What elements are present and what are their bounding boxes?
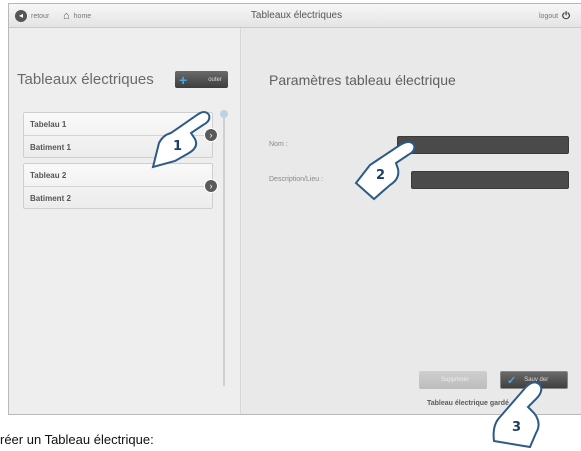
app-window: ◂ retour ⌂ home Tableaux électriques log… (8, 3, 581, 415)
hand-pointer-icon: 1 (151, 111, 211, 169)
caption-text: réer un Tableau électrique: (0, 432, 154, 447)
app-title: Tableaux électriques (250, 10, 343, 21)
power-icon: ⏻ (562, 10, 570, 22)
callout-2: 2 (376, 168, 385, 183)
hand-pointer-icon: 3 (492, 381, 543, 449)
logout-button[interactable]: logout ⏻ (539, 9, 570, 23)
list-title: Tableaux électriques (17, 71, 154, 88)
plus-icon: + (179, 71, 188, 88)
top-bar: ◂ retour ⌂ home Tableaux électriques log… (9, 4, 581, 28)
description-label: Description/Lieu : (269, 176, 324, 183)
delete-label: Supprimer (441, 377, 469, 383)
item-location: Batiment 2 (30, 194, 71, 203)
hand-pointer-icon: 2 (354, 141, 416, 201)
delete-button[interactable]: Supprimer (419, 371, 487, 389)
add-button[interactable]: + outer (175, 71, 228, 88)
add-label: outer (208, 76, 222, 83)
logout-label: logout (539, 12, 559, 20)
callout-3: 3 (512, 420, 521, 435)
name-label: Nom : (269, 141, 288, 148)
chevron-right-icon[interactable]: › (204, 179, 218, 193)
form-title: Paramètres tableau électrique (269, 72, 456, 88)
callout-1: 1 (173, 139, 182, 154)
description-field[interactable] (411, 171, 569, 189)
